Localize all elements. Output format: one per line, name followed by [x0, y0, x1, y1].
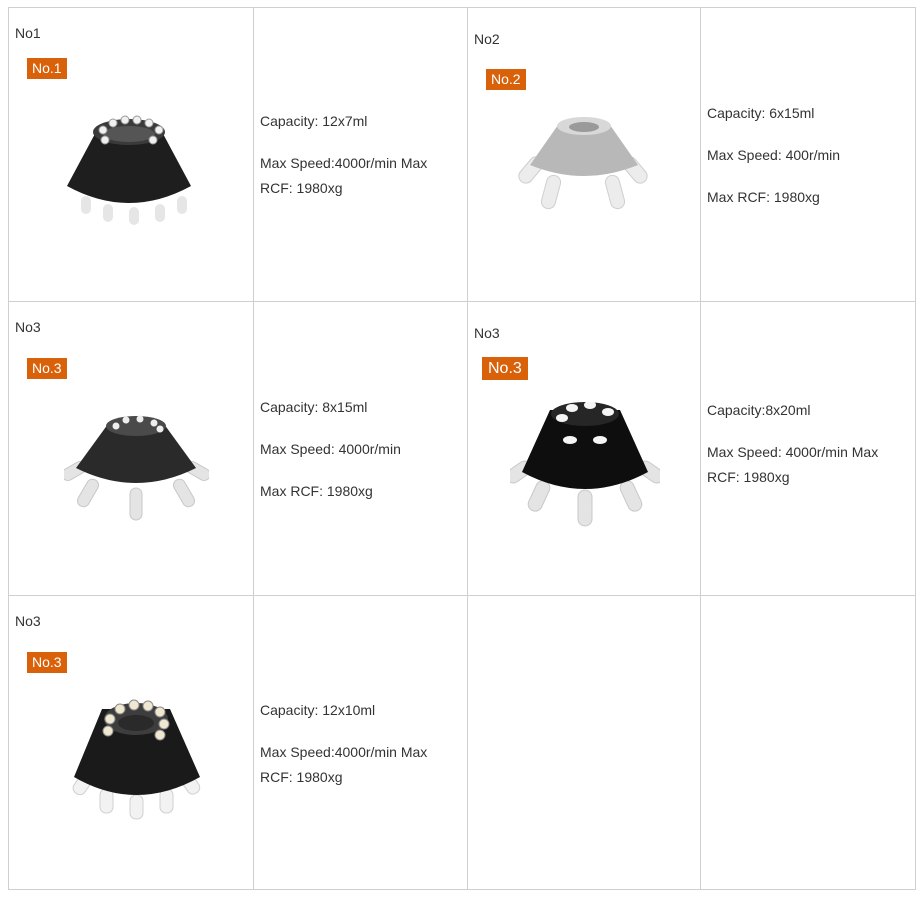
cell-heading: No3	[15, 613, 41, 629]
spec-cell: Capacity: 8x15ml Max Speed: 4000r/min Ma…	[253, 301, 468, 596]
spec-cell: Capacity: 12x10ml Max Speed:4000r/min Ma…	[253, 595, 468, 890]
capacity-text: Capacity:8x20ml	[707, 402, 811, 418]
table-row: No1 No.1 Capacity: 12x7ml Max Speed:4000…	[8, 7, 916, 302]
model-badge: No.3	[27, 652, 67, 673]
capacity-text: Capacity: 12x7ml	[260, 113, 368, 129]
spec-list: Capacity: 8x15ml Max Speed: 4000r/min Ma…	[260, 395, 401, 521]
cell-heading: No2	[474, 31, 500, 47]
speed-text: Max Speed: 4000r/min	[260, 441, 401, 457]
rotor-12x10-image	[72, 699, 201, 820]
spec-cell: Capacity: 12x7ml Max Speed:4000r/min Max…	[253, 7, 468, 302]
model-badge: No.3	[27, 358, 67, 379]
rotor-cell-no3b: No3 No.3	[467, 301, 701, 596]
rotor-cell-no1: No1 No.1	[8, 7, 254, 302]
rotor-cell-no3a: No3 No.3	[8, 301, 254, 596]
model-badge: No.1	[27, 58, 67, 79]
spec-cell: Capacity:8x20ml Max Speed: 4000r/min Max…	[700, 301, 916, 596]
spec-cell: Capacity: 6x15ml Max Speed: 400r/min Max…	[700, 7, 916, 302]
capacity-text: Capacity: 12x10ml	[260, 702, 376, 718]
cell-heading: No3	[474, 325, 500, 341]
rotor-table: No1 No.1 Capacity: 12x7ml Max Speed:4000…	[8, 7, 916, 890]
table-row: No3 No.3 Capacity: 8x15ml Max Speed: 400…	[8, 301, 916, 596]
model-badge: No.2	[486, 69, 526, 90]
model-badge: No.3	[482, 357, 528, 380]
rotor-8x15-image	[64, 415, 209, 521]
speed-text: Max Speed: 400r/min	[707, 147, 841, 163]
spec-list: Capacity: 6x15ml Max Speed: 400r/min Max…	[707, 101, 840, 227]
empty-cell	[700, 595, 916, 890]
spec-list: Capacity: 12x10ml Max Speed:4000r/min Ma…	[260, 698, 450, 807]
capacity-text: Capacity: 8x15ml	[260, 399, 368, 415]
speed-rcf-text: Max Speed: 4000r/min Max RCF: 1980xg	[707, 444, 879, 485]
rcf-text: Max RCF: 1980xg	[260, 483, 373, 499]
cell-heading: No1	[15, 25, 41, 41]
rotor-12x7-image	[67, 115, 191, 225]
rotor-6x15-image	[518, 117, 648, 210]
table-row: No3 No.3 Capacity: 12x10ml Max Speed:400…	[8, 595, 916, 890]
rotor-cell-no3c: No3 No.3	[8, 595, 254, 890]
empty-cell	[467, 595, 701, 890]
speed-rcf-text: Max Speed:4000r/min Max RCF: 1980xg	[260, 155, 428, 196]
speed-rcf-text: Max Speed:4000r/min Max RCF: 1980xg	[260, 744, 428, 785]
rcf-text: Max RCF: 1980xg	[707, 189, 820, 205]
spec-list: Capacity: 12x7ml Max Speed:4000r/min Max…	[260, 109, 450, 218]
capacity-text: Capacity: 6x15ml	[707, 105, 815, 121]
spec-list: Capacity:8x20ml Max Speed: 4000r/min Max…	[707, 398, 897, 507]
rotor-8x20-image	[510, 402, 660, 527]
cell-heading: No3	[15, 319, 41, 335]
rotor-cell-no2: No2 No.2	[467, 7, 701, 302]
